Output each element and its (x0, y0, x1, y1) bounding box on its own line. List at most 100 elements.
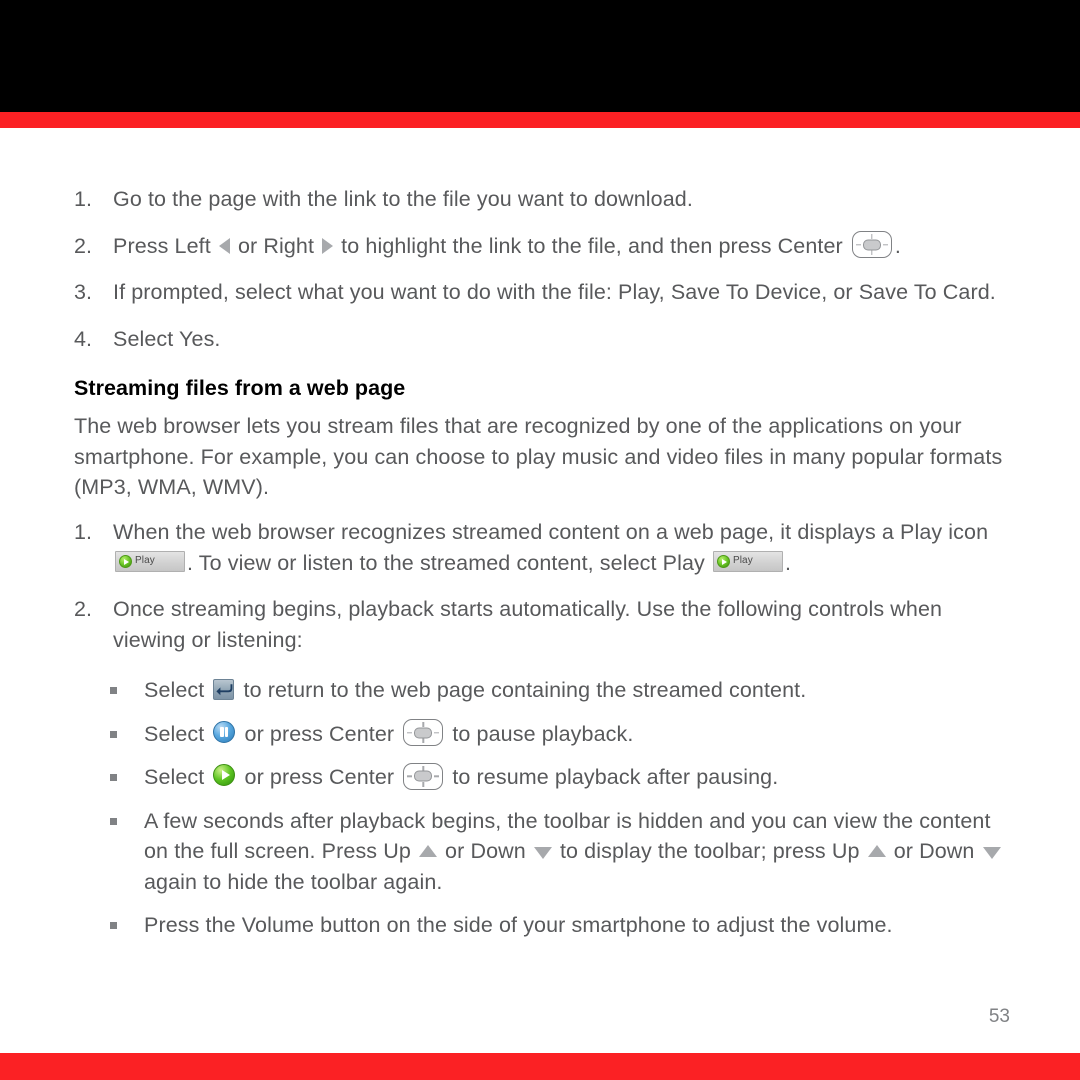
list-item-text: When the web browser recognizes streamed… (113, 520, 988, 575)
play-icon (119, 555, 132, 569)
page-title: Streaming files from a web page (74, 376, 406, 400)
text-run: to display the toolbar; press Up (553, 839, 866, 863)
play-button-label: Play (732, 555, 753, 567)
return-arrow-icon[interactable] (213, 678, 235, 700)
list-item: Press the Volume button on the side of y… (74, 910, 1014, 941)
list-item: 2. Once streaming begins, playback starts… (74, 594, 1014, 655)
playback-controls-list: Select to return to the web page contain… (74, 675, 1014, 941)
dpad-tick (407, 732, 413, 734)
list-item: Select or press Center to resume playbac… (74, 762, 1014, 793)
dpad-tick (434, 775, 440, 778)
center-dpad-icon (403, 719, 444, 747)
dpad-tick (422, 781, 424, 787)
bullet-marker (110, 774, 117, 781)
up-arrow-icon (867, 845, 886, 858)
list-item: 2. Press Left or Right to highlight the l… (74, 231, 1014, 262)
text-run: When the web browser recognizes streamed… (113, 520, 989, 544)
text-run: . (784, 550, 792, 575)
bullet-marker (110, 687, 117, 694)
list-item: Select or press Center to pause playback… (74, 719, 1014, 750)
dpad-tick (882, 244, 888, 246)
list-item-number: 3. (74, 280, 93, 304)
list-item-text: Go to the page with the link to the file… (113, 187, 693, 211)
text-run: Once streaming begins, playback starts a… (113, 597, 943, 652)
down-arrow-icon (982, 847, 1001, 860)
list-item-text: Select or press Center to resume playbac… (144, 762, 779, 790)
list-item-text: A few seconds after playback begins, the… (144, 809, 1003, 894)
list-item: 3. If prompted, select what you want to d… (74, 277, 1014, 308)
text-run: to highlight the link to the file, and t… (335, 233, 849, 258)
list-item: A few seconds after playback begins, the… (74, 806, 1014, 898)
dpad-tick (422, 738, 424, 744)
text-run: Go to the page with the link to the file… (113, 187, 693, 211)
section-intro-wrap: The web browser lets you stream files th… (74, 411, 1014, 503)
text-run: or Right (231, 233, 321, 258)
down-arrow-icon (533, 847, 552, 860)
text-run: or press Center (238, 721, 401, 746)
top-red-accent-band (0, 112, 1080, 128)
section-heading-wrap: Streaming files from a web page (74, 375, 1014, 402)
dpad-center-hub (414, 727, 433, 739)
list-item-text: Select Yes. (113, 327, 221, 351)
list-item-text: Select or press Center to pause playback… (144, 719, 634, 747)
play-button-label: Play (135, 555, 155, 567)
list-item-number: 1. (74, 187, 93, 211)
list-item-number: 2. (74, 597, 93, 621)
text-run: or Down (887, 839, 981, 863)
dpad-tick (871, 250, 873, 256)
dpad-tick (434, 732, 440, 734)
list-item-text: Press Left or Right to highlight the lin… (113, 231, 901, 259)
list-item-text: Press the Volume button on the side of y… (144, 913, 893, 937)
pause-bar (225, 726, 229, 737)
dpad-center-hub (414, 770, 433, 782)
text-run: Select (144, 721, 211, 746)
right-arrow-icon (322, 237, 334, 254)
dpad-tick (855, 244, 861, 246)
download-steps-list: 1. Go to the page with the link to the fi… (74, 184, 1014, 354)
page-content: 1. Go to the page with the link to the fi… (0, 128, 1080, 1053)
center-dpad-icon (851, 231, 892, 259)
list-item: 1. When the web browser recognizes stream… (74, 517, 1014, 578)
bullet-marker (110, 922, 117, 929)
list-item-text: Select to return to the web page contain… (144, 678, 806, 702)
text-run: to resume playback after pausing. (446, 765, 779, 789)
text-run: or Down (438, 839, 532, 863)
list-item-number: 1. (74, 520, 93, 544)
streaming-steps-list: 1. When the web browser recognizes stream… (74, 517, 1014, 655)
dpad-center-hub (862, 239, 881, 251)
bullet-marker (110, 730, 117, 738)
text-run: to return to the web page containing the… (237, 678, 807, 702)
text-run: If prompted, select what you want to do … (113, 280, 996, 304)
list-item: 1. Go to the page with the link to the fi… (74, 184, 1014, 215)
text-run: Select (144, 678, 211, 702)
play-button-icon[interactable] (213, 764, 236, 787)
up-arrow-icon (418, 845, 437, 858)
play-toolbar-button[interactable]: Play (712, 551, 783, 573)
text-run: . To view or listen to the streamed cont… (187, 550, 711, 575)
play-icon (716, 555, 730, 569)
text-run: to pause playback. (446, 721, 634, 746)
list-item-number: 4. (74, 326, 93, 351)
bullet-marker (110, 817, 117, 825)
list-item: 4. Select Yes. (74, 324, 1014, 355)
dpad-tick (407, 775, 413, 778)
text-run: again to hide the toolbar again. (144, 869, 443, 894)
list-item-text: If prompted, select what you want to do … (113, 280, 996, 304)
text-run: or press Center (238, 765, 401, 789)
section-intro-paragraph: The web browser lets you stream files th… (74, 414, 1003, 499)
text-run: . (894, 233, 901, 258)
center-dpad-icon (403, 762, 444, 790)
list-item: Select to return to the web page contain… (74, 675, 1014, 706)
pause-bar (220, 726, 224, 737)
text-run: Press the Volume button on the side of y… (144, 913, 893, 937)
page-number: 53 (988, 1006, 1010, 1027)
top-black-band (0, 0, 1080, 112)
text-run: Press Left (113, 233, 217, 258)
list-item-text: Once streaming begins, playback starts a… (113, 597, 942, 652)
text-run: Select (144, 765, 211, 789)
pause-button-icon[interactable] (213, 720, 236, 743)
left-arrow-icon (218, 237, 230, 254)
text-run: Select Yes. (113, 326, 221, 351)
list-item-number: 2. (74, 233, 93, 258)
play-toolbar-button[interactable]: Play (115, 551, 185, 573)
